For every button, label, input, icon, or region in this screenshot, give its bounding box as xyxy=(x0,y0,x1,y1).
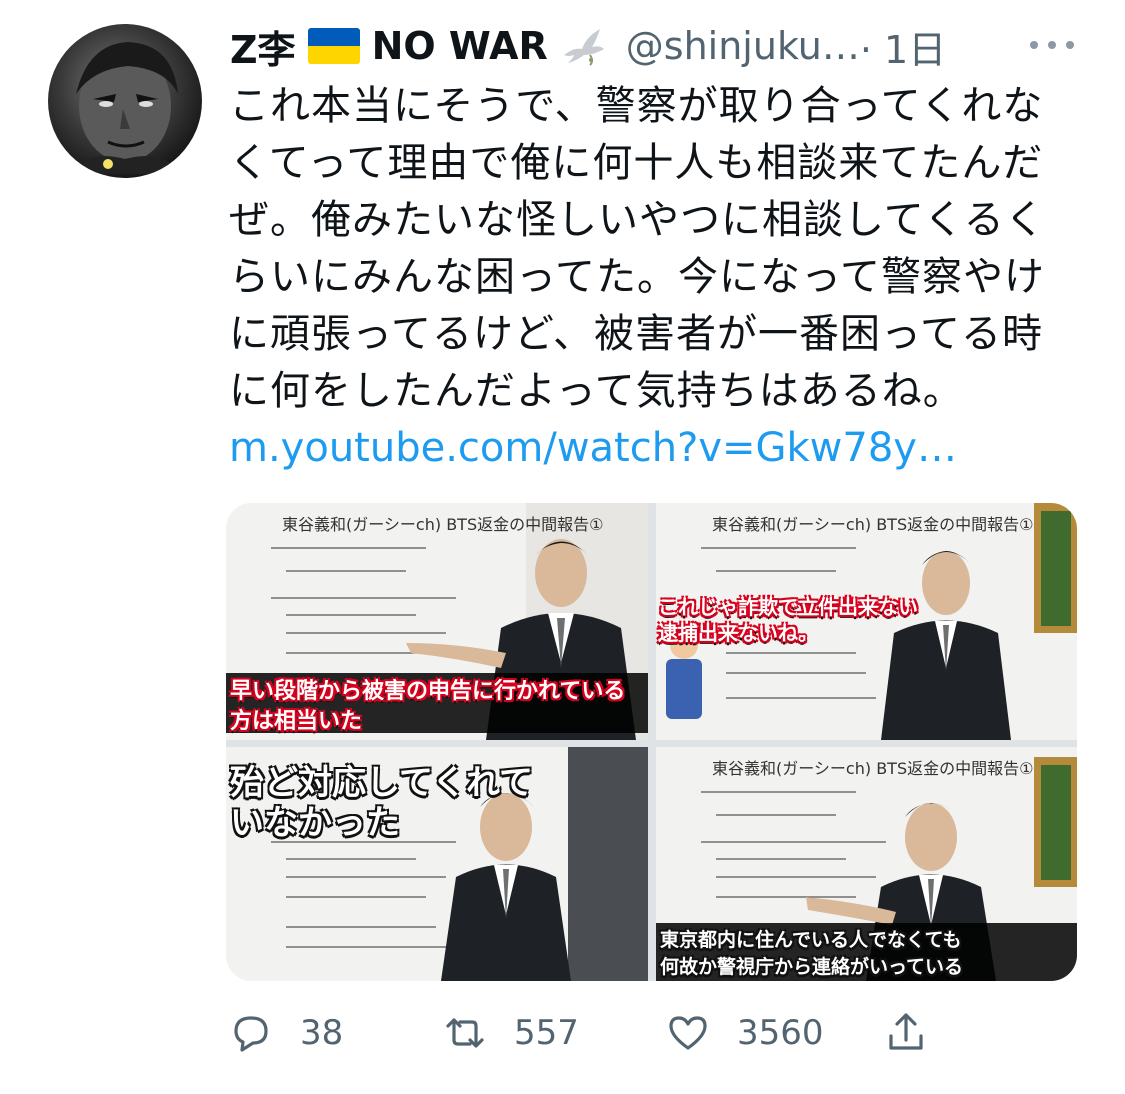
media-image-4[interactable]: 東谷義和(ガーシーch) BTS返金の中間報告① 東京都内に住んでいる人でなくて… xyxy=(656,747,1077,981)
reply-button[interactable]: 38 xyxy=(228,1005,343,1061)
whiteboard-title: 東谷義和(ガーシーch) BTS返金の中間報告① xyxy=(712,759,1034,778)
avatar[interactable] xyxy=(48,24,202,178)
like-count: 3560 xyxy=(737,1013,824,1053)
dove-icon xyxy=(560,25,608,67)
ukraine-flag-icon xyxy=(307,28,360,64)
tweet-action-bar: 38 557 3560 xyxy=(228,1005,948,1061)
whiteboard-title: 東谷義和(ガーシーch) BTS返金の中間報告① xyxy=(712,515,1034,534)
more-options-icon[interactable] xyxy=(1030,30,1074,60)
media-image-1[interactable]: 東谷義和(ガーシーch) BTS返金の中間報告① 早い段階から被害の申告に行かれ… xyxy=(226,503,648,740)
tweet-text-line: に頑張ってるけど、被害者が一番困ってる時 xyxy=(229,311,1043,357)
tweet-text: これ本当にそうで、警察が取り合ってくれな くてって理由で俺に何十人も相談来てたん… xyxy=(229,78,1089,420)
image-caption: 早い段階から被害の申告に行かれている xyxy=(230,679,626,704)
tweet-link[interactable]: m.youtube.com/watch?v=Gkw78y… xyxy=(229,425,957,471)
share-button[interactable] xyxy=(883,1005,929,1061)
display-name-slogan: NO WAR xyxy=(371,24,548,68)
tweet-text-line: ぜ。俺みたいな怪しいやつに相談してくるく xyxy=(229,197,1046,243)
image-caption: いなかった xyxy=(230,803,400,843)
display-name-text: Z李 xyxy=(230,27,296,72)
retweet-icon xyxy=(446,1018,484,1048)
reply-count: 38 xyxy=(300,1013,344,1053)
reply-icon xyxy=(234,1016,268,1052)
tweet-header: Z李 NO WAR @shinjuku… · 1日 xyxy=(230,18,946,74)
media-grid: 東谷義和(ガーシーch) BTS返金の中間報告① 早い段階から被害の申告に行かれ… xyxy=(226,503,1077,981)
tweet-text-line: らいにみんな困ってた。今になって警察やけ xyxy=(229,254,1045,300)
image-caption: 方は相当いた xyxy=(230,709,363,734)
media-image-3[interactable]: 殆ど対応してくれて いなかった xyxy=(226,747,648,981)
user-handle[interactable]: @shinjuku… xyxy=(626,24,860,68)
heart-icon xyxy=(669,1016,707,1050)
tweet-text-line: くてって理由で俺に何十人も相談来てたんだ xyxy=(229,140,1044,186)
image-caption: 何故か警視庁から連絡がいっている xyxy=(660,956,964,978)
media-image-2[interactable]: 東谷義和(ガーシーch) BTS返金の中間報告① これじゃ詐欺で立件出来ない 逮… xyxy=(656,503,1077,740)
retweet-count: 557 xyxy=(514,1013,579,1053)
tweet-text-line: これ本当にそうで、警察が取り合ってくれな xyxy=(229,83,1044,129)
tweet-text-line: に何をしたんだよって気持ちはあるね。 xyxy=(229,368,964,414)
image-caption: 逮捕出来ないね。 xyxy=(658,621,818,645)
like-button[interactable]: 3560 xyxy=(665,1005,824,1061)
tweet-timestamp[interactable]: · 1日 xyxy=(860,19,946,74)
retweet-button[interactable]: 557 xyxy=(442,1005,579,1061)
whiteboard-title: 東谷義和(ガーシーch) BTS返金の中間報告① xyxy=(282,515,604,534)
avatar-illustration xyxy=(68,42,183,174)
display-name[interactable]: Z李 NO WAR xyxy=(230,19,608,74)
share-icon xyxy=(889,1013,923,1050)
image-caption: これじゃ詐欺で立件出来ない xyxy=(658,595,918,619)
image-caption: 東京都内に住んでいる人でなくても xyxy=(660,929,962,951)
